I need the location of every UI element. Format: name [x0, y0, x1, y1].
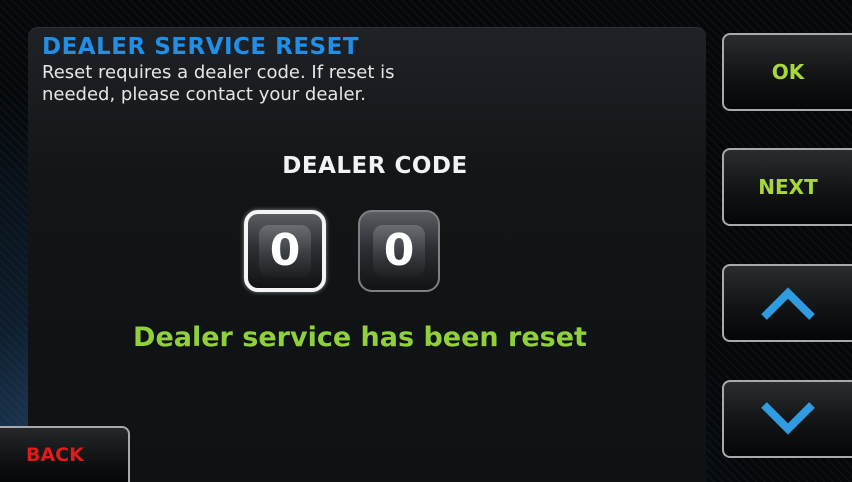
ok-button-label: OK	[771, 60, 805, 84]
status-message: Dealer service has been reset	[133, 322, 587, 353]
chevron-down-icon	[761, 402, 815, 435]
back-button[interactable]: BACK	[0, 426, 130, 482]
header: DEALER SERVICE RESET Reset requires a de…	[42, 33, 682, 106]
up-button[interactable]	[722, 264, 852, 342]
description: Reset requires a dealer code. If reset i…	[42, 62, 682, 106]
chevron-up-icon	[761, 287, 815, 320]
code-digit-2-value: 0	[373, 225, 425, 277]
page-title: DEALER SERVICE RESET	[42, 34, 360, 60]
back-button-label: BACK	[26, 444, 84, 466]
next-button-label: NEXT	[758, 175, 818, 199]
code-digit-2[interactable]: 0	[358, 210, 440, 292]
code-digit-1-value: 0	[259, 225, 311, 277]
ok-button[interactable]: OK	[722, 33, 852, 111]
description-line-1: Reset requires a dealer code. If reset i…	[42, 62, 395, 83]
next-button[interactable]: NEXT	[722, 148, 852, 226]
down-button[interactable]	[722, 380, 852, 458]
code-digit-1[interactable]: 0	[244, 210, 326, 292]
dealer-code-label: DEALER CODE	[282, 153, 468, 179]
description-line-2: needed, please contact your dealer.	[42, 84, 366, 105]
